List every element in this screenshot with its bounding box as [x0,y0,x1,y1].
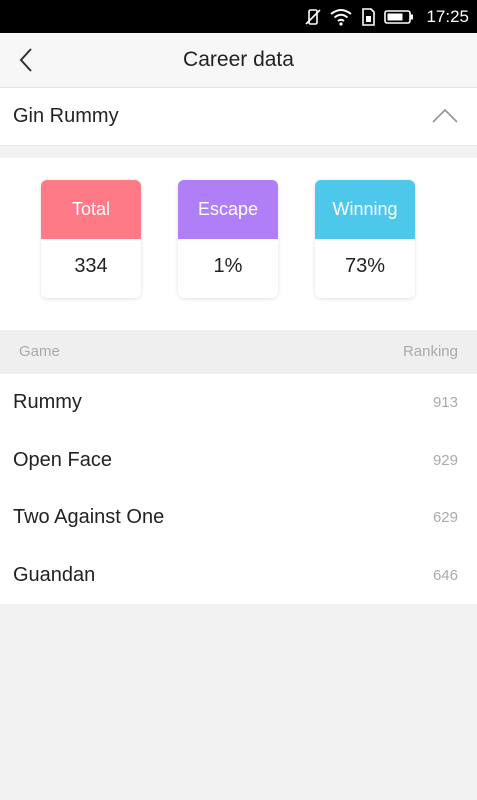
status-bar: 17:25 [0,0,477,33]
stat-value-total: 334 [74,255,108,277]
page-title: Career data [183,48,294,71]
game-name: Rummy [13,391,82,413]
list-item[interactable]: Guandan 646 [0,547,477,605]
stats-panel: Total 334 Escape 1% Winning 73% [0,158,477,330]
stat-card-escape: Escape 1% [178,180,278,298]
status-icons: 17:25 [304,0,469,33]
status-time: 17:25 [426,6,469,26]
game-selector[interactable]: Gin Rummy [0,88,477,146]
sim-card-icon [362,7,376,26]
list-item[interactable]: Rummy 913 [0,374,477,432]
stat-card-total: Total 334 [41,180,141,298]
column-header-game: Game [19,343,60,360]
stat-value-winning: 73% [344,255,386,277]
game-ranking: 913 [432,394,458,411]
chevron-up-icon[interactable] [431,106,459,126]
vibrate-icon [305,8,322,25]
list-header: Game Ranking [0,330,477,374]
game-name: Two Against One [13,506,165,528]
stat-label-escape: Escape [178,180,278,239]
stat-value-escape: 1% [213,255,243,277]
game-ranking: 646 [432,566,458,584]
list-item[interactable]: Open Face 929 [0,432,477,490]
game-ranking-list: Rummy 913 Open Face 929 Two Against One … [0,374,477,604]
game-ranking: 629 [432,509,458,526]
app-bar: Career data [0,33,477,88]
selected-game-label: Gin Rummy [13,105,119,127]
stat-label-winning: Winning [315,180,415,239]
battery-icon [384,9,414,24]
game-ranking: 929 [432,451,458,469]
column-header-ranking: Ranking [402,343,458,360]
game-name: Guandan [13,563,96,586]
wifi-icon [330,8,353,26]
stat-card-winning: Winning 73% [315,180,415,298]
game-name: Open Face [13,448,112,471]
list-item[interactable]: Two Against One 629 [0,489,477,547]
stat-label-total: Total [41,180,141,239]
